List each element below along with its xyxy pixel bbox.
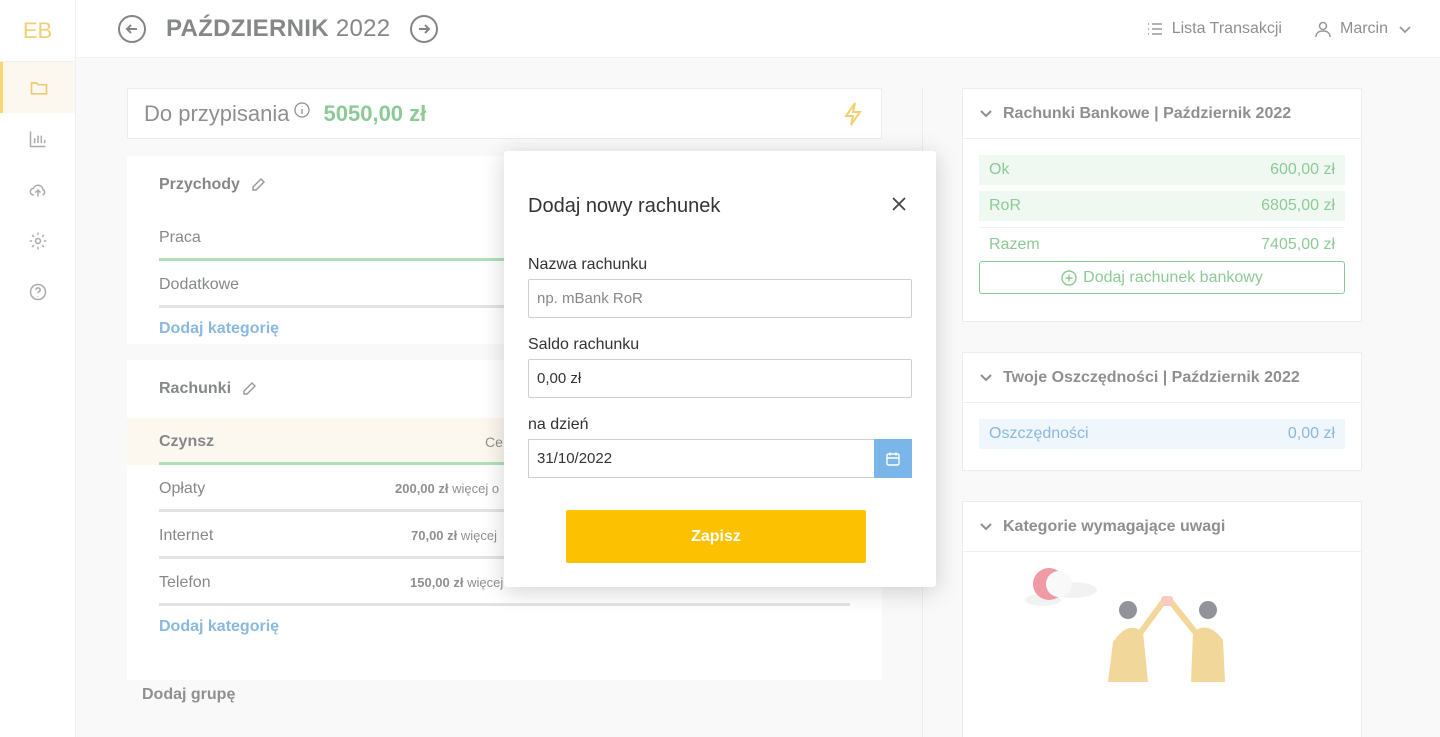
close-icon[interactable] [890,195,908,213]
account-name-input[interactable] [528,279,912,318]
account-name-label: Nazwa rachunku [528,256,648,273]
date-picker [528,439,912,478]
modal-title: Dodaj nowy rachunek [528,195,721,217]
date-label: na dzień [528,416,589,433]
calendar-icon [886,452,900,466]
save-button[interactable]: Zapisz [566,510,866,563]
date-input[interactable] [528,439,874,478]
account-balance-label: Saldo rachunku [528,336,640,353]
account-balance-input[interactable] [528,359,912,398]
calendar-button[interactable] [874,439,912,478]
add-account-modal: Dodaj nowy rachunek Nazwa rachunku Saldo… [504,151,936,587]
